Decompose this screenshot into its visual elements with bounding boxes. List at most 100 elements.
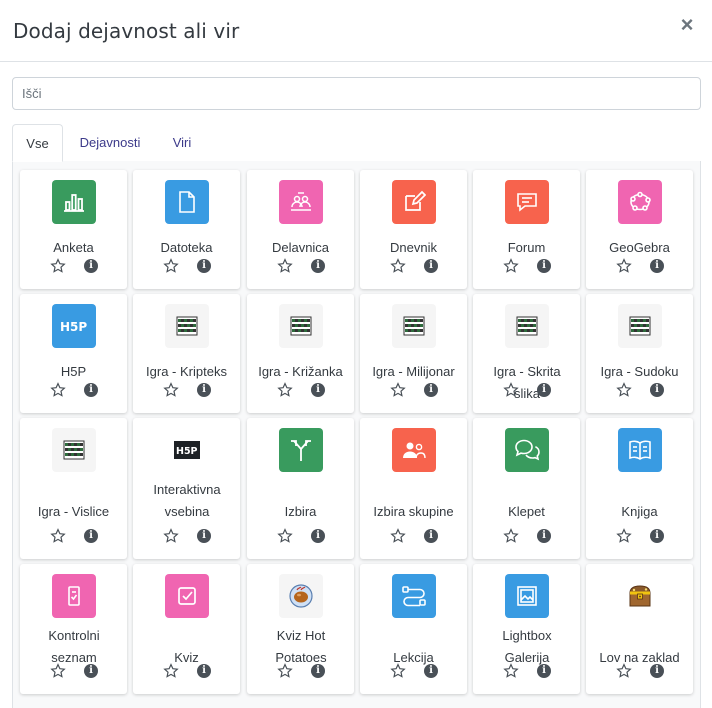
info-icon[interactable]: i [197,664,211,678]
treasure-chest-icon [618,574,662,618]
activity-card[interactable]: Knjiga i [586,418,693,559]
info-icon[interactable]: i [537,383,551,397]
info-icon[interactable]: i [311,259,325,273]
activity-card[interactable]: Igra - Milijonar i [360,294,467,413]
star-icon[interactable] [503,663,519,679]
star-icon[interactable] [390,528,406,544]
game-board-icon [618,304,662,348]
info-icon[interactable]: i [537,529,551,543]
activity-label: Igra - Milijonar [372,364,455,379]
activity-card[interactable]: Lov na zaklad i [586,564,693,694]
activity-label: Interaktivna vsebina [153,482,221,519]
star-icon[interactable] [277,528,293,544]
activity-label: Igra - Skrita slika [493,364,561,401]
info-icon[interactable]: i [650,664,664,678]
activity-card[interactable]: Igra - Vislice i [20,418,127,559]
activity-label: Dnevnik [390,240,437,255]
activity-card[interactable]: H5P Interaktivna vsebina i [133,418,240,559]
tab-all[interactable]: Vse [12,124,63,162]
choice-icon [279,428,323,472]
tab-activities[interactable]: Dejavnosti [68,124,152,162]
close-icon[interactable]: × [676,14,698,36]
star-icon[interactable] [390,382,406,398]
info-icon[interactable]: i [650,383,664,397]
activity-card[interactable]: Datoteka i [133,170,240,289]
activity-card[interactable]: H5P H5P i [20,294,127,413]
star-icon[interactable] [616,258,632,274]
activity-grid-panel: Anketa i Datoteka i Delavnica i Dnevnik i Forum i… [12,161,701,708]
activity-card[interactable]: GeoGebra i [586,170,693,289]
activity-label: H5P [60,364,87,379]
info-icon[interactable]: i [311,529,325,543]
star-icon[interactable] [277,663,293,679]
activity-card[interactable]: Izbira skupine i [360,418,467,559]
lesson-icon [392,574,436,618]
star-icon[interactable] [616,528,632,544]
activity-label: Izbira skupine [373,504,454,519]
info-icon[interactable]: i [84,259,98,273]
star-icon[interactable] [50,528,66,544]
info-icon[interactable]: i [537,664,551,678]
star-icon[interactable] [616,663,632,679]
star-icon[interactable] [390,258,406,274]
star-icon[interactable] [163,528,179,544]
activity-card[interactable]: Forum i [473,170,580,289]
info-icon[interactable]: i [424,383,438,397]
info-icon[interactable]: i [84,529,98,543]
info-icon[interactable]: i [84,664,98,678]
activity-card[interactable]: Lekcija i [360,564,467,694]
activity-card[interactable]: Igra - Skrita slika i [473,294,580,413]
activity-label: Igra - Križanka [258,364,343,379]
info-icon[interactable]: i [537,259,551,273]
star-icon[interactable] [616,382,632,398]
star-icon[interactable] [163,258,179,274]
activity-card[interactable]: Klepet i [473,418,580,559]
chat-icon [505,428,549,472]
star-icon[interactable] [50,258,66,274]
info-icon[interactable]: i [197,259,211,273]
star-icon[interactable] [503,528,519,544]
star-icon[interactable] [50,382,66,398]
activity-card[interactable]: Delavnica i [247,170,354,289]
tab-bar: Vse Dejavnosti Viri [12,124,701,162]
activity-card[interactable]: Kviz Hot Potatoes i [247,564,354,694]
activity-card[interactable]: Kviz i [133,564,240,694]
activity-card[interactable]: Igra - Kripteks i [133,294,240,413]
book-icon [618,428,662,472]
info-icon[interactable]: i [311,664,325,678]
star-icon[interactable] [503,258,519,274]
info-icon[interactable]: i [650,259,664,273]
activity-card[interactable]: Igra - Križanka i [247,294,354,413]
info-icon[interactable]: i [424,664,438,678]
star-icon[interactable] [50,663,66,679]
star-icon[interactable] [503,382,519,398]
tab-resources[interactable]: Viri [159,124,205,162]
info-icon[interactable]: i [84,383,98,397]
info-icon[interactable]: i [424,529,438,543]
activity-card[interactable]: Kontrolni seznam i [20,564,127,694]
info-icon[interactable]: i [424,259,438,273]
h5p-dark-icon: H5P [165,428,209,472]
activity-card[interactable]: Anketa i [20,170,127,289]
activity-card[interactable]: Izbira i [247,418,354,559]
star-icon[interactable] [163,663,179,679]
star-icon[interactable] [163,382,179,398]
star-icon[interactable] [277,258,293,274]
activity-card[interactable]: Igra - Sudoku i [586,294,693,413]
info-icon[interactable]: i [650,529,664,543]
search-input[interactable] [12,77,701,110]
activity-card[interactable]: Lightbox Galerija i [473,564,580,694]
activity-card[interactable]: Dnevnik i [360,170,467,289]
game-board-icon [392,304,436,348]
info-icon[interactable]: i [197,383,211,397]
star-icon[interactable] [277,382,293,398]
star-icon[interactable] [390,663,406,679]
activity-label: Lekcija [393,650,434,665]
checklist-icon [52,574,96,618]
info-icon[interactable]: i [197,529,211,543]
activity-label: Izbira [284,504,317,519]
gallery-icon [505,574,549,618]
modal-header: Dodaj dejavnost ali vir × [0,0,712,62]
info-icon[interactable]: i [311,383,325,397]
hot-potatoes-icon [279,574,323,618]
